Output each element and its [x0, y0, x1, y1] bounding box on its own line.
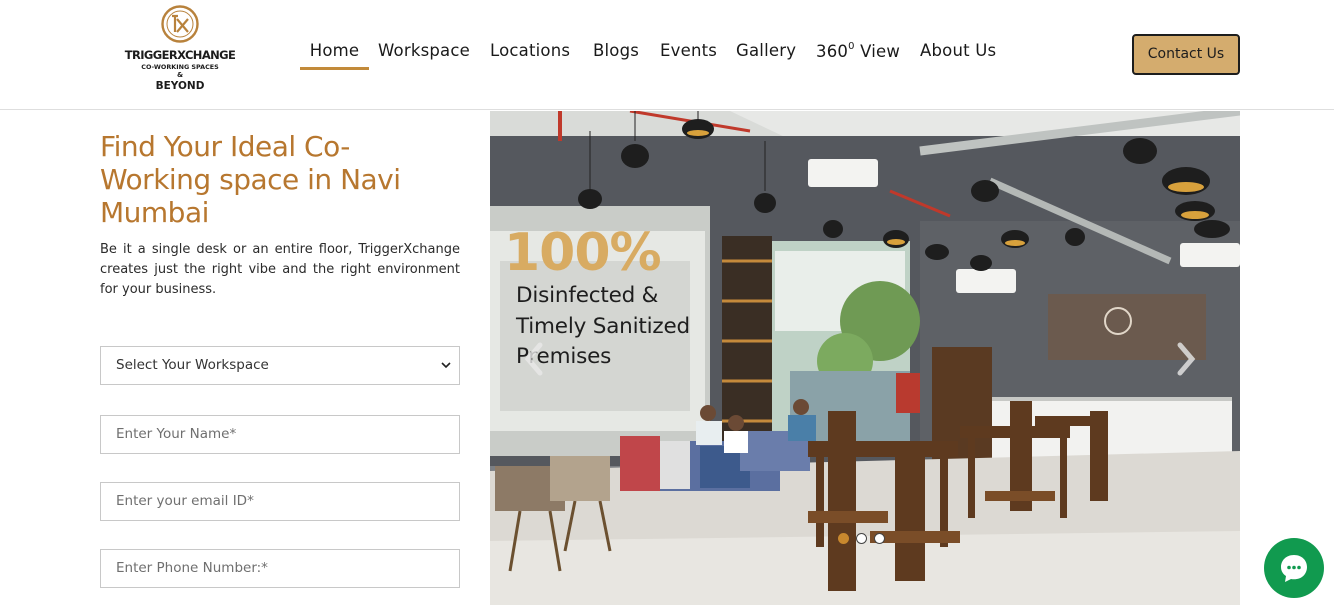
brand-tagline: CO-WORKING SPACES: [141, 63, 219, 71]
chat-widget-button[interactable]: [1264, 538, 1324, 598]
brand-logo[interactable]: TRIGGERXCHANGE CO-WORKING SPACES & BEYON…: [118, 4, 242, 96]
brand-ampersand: &: [176, 71, 184, 79]
hero-description: Be it a single desk or an entire floor, …: [100, 242, 460, 297]
nav-events-label: Events: [660, 41, 718, 60]
nav-360-view[interactable]: 3600 View: [816, 36, 900, 70]
promo-line-2: Timely Sanitized: [516, 314, 690, 339]
name-placeholder: Enter Your Name*: [116, 426, 237, 442]
brand-name: TRIGGERXCHANGE: [124, 48, 236, 62]
chevron-left-icon: [524, 342, 543, 376]
name-field[interactable]: Enter Your Name*: [100, 415, 460, 454]
nav-workspace[interactable]: Workspace: [378, 36, 470, 70]
email-field[interactable]: Enter your email ID*: [100, 482, 460, 521]
nav-gallery[interactable]: Gallery: [736, 36, 796, 70]
nav-blogs[interactable]: Blogs: [593, 36, 639, 70]
nav-home[interactable]: Home: [300, 36, 369, 70]
workspace-select-value: Select Your Workspace: [116, 357, 269, 373]
contact-us-button[interactable]: Contact Us: [1132, 34, 1240, 75]
nav-about-us[interactable]: About Us: [920, 36, 996, 70]
nav-events[interactable]: Events: [660, 36, 717, 70]
nav-about-us-label: About Us: [920, 41, 997, 60]
nav-360-suffix: View: [854, 42, 901, 61]
chat-bubble-icon: [1281, 555, 1307, 582]
promo-headline: 100%: [504, 223, 662, 283]
hero-slider[interactable]: 100% Disinfected & Timely Sanitized Prem…: [490, 111, 1240, 605]
nav-home-label: Home: [309, 41, 360, 60]
chevron-right-icon: [1177, 342, 1196, 376]
nav-locations[interactable]: Locations: [490, 36, 570, 70]
hero-title: Find Your Ideal Co-Working space in Navi…: [100, 130, 401, 229]
nav-workspace-label: Workspace: [378, 41, 470, 60]
workspace-select[interactable]: Select Your Workspace: [100, 346, 460, 385]
slider-next-button[interactable]: [1172, 339, 1200, 379]
nav-360-number: 360: [816, 42, 849, 61]
nav-gallery-label: Gallery: [736, 41, 797, 60]
nav-blogs-label: Blogs: [593, 41, 640, 60]
email-placeholder: Enter your email ID*: [116, 493, 254, 509]
slider-dot-1[interactable]: [838, 533, 849, 544]
chevron-down-icon: [441, 347, 451, 400]
promo-line-1: Disinfected &: [516, 283, 659, 308]
phone-placeholder: Enter Phone Number:*: [116, 560, 268, 576]
tx-logo-icon: [161, 5, 199, 43]
slider-dot-2[interactable]: [856, 533, 867, 544]
nav-locations-label: Locations: [490, 41, 571, 60]
brand-tagline-2: BEYOND: [155, 80, 205, 92]
slider-prev-button[interactable]: [520, 339, 548, 379]
slider-dot-3[interactable]: [874, 533, 885, 544]
nav-360-view-label: 3600 View: [816, 36, 900, 61]
phone-field[interactable]: Enter Phone Number:*: [100, 549, 460, 588]
site-header: TRIGGERXCHANGE CO-WORKING SPACES & BEYON…: [0, 0, 1334, 110]
